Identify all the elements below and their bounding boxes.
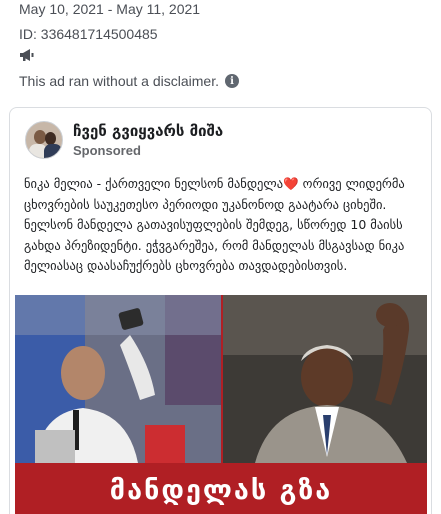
disclaimer-row: This ad ran without a disclaimer. i	[19, 73, 239, 89]
image-caption: მანდელას გზა	[109, 474, 333, 506]
disclaimer-text: This ad ran without a disclaimer.	[19, 73, 219, 89]
ad-photo	[15, 295, 427, 463]
info-icon[interactable]: i	[224, 74, 239, 88]
page-name[interactable]: ჩვენ გვიყვარს მიშა	[73, 122, 223, 140]
ad-id: ID: 336481714500485	[19, 26, 158, 42]
sponsored-label: Sponsored	[73, 143, 141, 158]
post-body-text: ნიკა მელია - ქართველი ნელსონ მანდელა❤️ ო…	[24, 174, 422, 277]
header-text: ჩვენ გვიყვარს მიშა Sponsored	[73, 122, 223, 158]
megaphone-icon	[20, 49, 34, 61]
post-text-part1: ნიკა მელია - ქართველი ნელსონ მანდელა	[24, 176, 284, 191]
ad-image[interactable]: მანდელას გზა	[15, 295, 427, 514]
ad-date-range: May 10, 2021 - May 11, 2021	[19, 1, 201, 17]
ad-preview-card: ჩვენ გვიყვარს მიშა Sponsored ნიკა მელია …	[9, 107, 432, 514]
post-header: ჩვენ გვიყვარს მიშა Sponsored	[25, 121, 223, 159]
heart-emoji-icon: ❤️	[283, 176, 299, 191]
avatar[interactable]	[25, 121, 63, 159]
